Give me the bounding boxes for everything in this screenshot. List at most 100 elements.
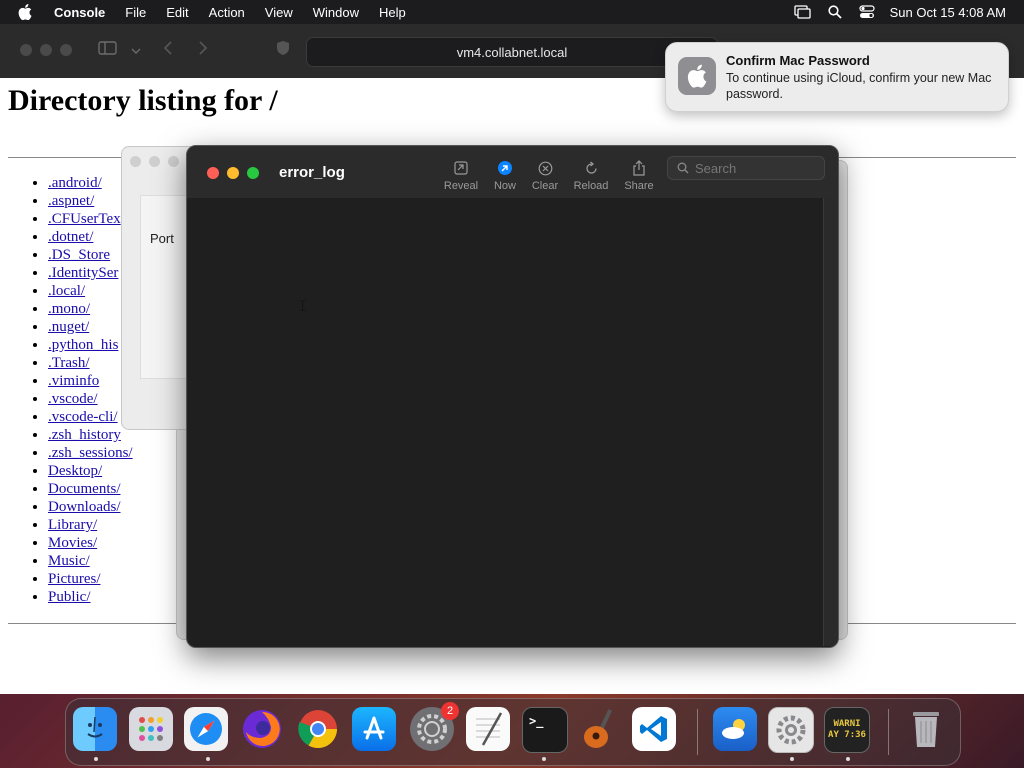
spotlight-search-icon[interactable] bbox=[826, 5, 844, 19]
directory-link[interactable]: .DS_Store bbox=[48, 247, 110, 263]
app-store-icon[interactable] bbox=[352, 707, 396, 751]
directory-link[interactable]: Downloads/ bbox=[48, 499, 121, 515]
share-icon bbox=[617, 158, 661, 178]
list-item: .vscode/ bbox=[48, 390, 133, 408]
terminal-icon[interactable]: >_ bbox=[522, 707, 568, 753]
clear-label: Clear bbox=[531, 180, 559, 192]
list-item: .zsh_sessions/ bbox=[48, 444, 133, 462]
address-bar[interactable]: vm4.collabnet.local bbox=[306, 37, 718, 67]
launchpad-icon[interactable] bbox=[129, 707, 173, 751]
vertical-scrollbar[interactable] bbox=[823, 198, 838, 646]
menu-file[interactable]: File bbox=[125, 5, 146, 20]
garageband-icon[interactable] bbox=[578, 707, 622, 751]
privacy-shield-icon[interactable] bbox=[276, 40, 290, 61]
directory-link[interactable]: .zsh_sessions/ bbox=[48, 445, 133, 461]
console-window: error_log Reveal Now Clear Reload Share … bbox=[186, 145, 839, 648]
directory-list: .android/ .aspnet/ .CFUserTex .dotnet/ .… bbox=[48, 174, 133, 606]
running-indicator bbox=[94, 757, 98, 761]
window-title: error_log bbox=[279, 164, 345, 181]
sidebar-toggle-icon[interactable] bbox=[98, 40, 118, 61]
directory-link[interactable]: .CFUserTex bbox=[48, 211, 121, 227]
list-item: Desktop/ bbox=[48, 462, 133, 480]
now-button[interactable]: Now bbox=[483, 158, 527, 192]
screen-mirroring-icon[interactable] bbox=[794, 5, 812, 19]
directory-link[interactable]: .vscode-cli/ bbox=[48, 409, 118, 425]
forward-icon[interactable] bbox=[198, 40, 208, 61]
safari-icon[interactable] bbox=[184, 707, 228, 751]
back-icon[interactable] bbox=[163, 40, 173, 61]
directory-link[interactable]: .viminfo bbox=[48, 373, 99, 389]
app-menu-console[interactable]: Console bbox=[54, 5, 105, 20]
list-item: .aspnet/ bbox=[48, 192, 133, 210]
clear-button[interactable]: Clear bbox=[523, 158, 567, 192]
trash-icon[interactable] bbox=[904, 707, 948, 751]
menu-edit[interactable]: Edit bbox=[166, 5, 188, 20]
notification-title: Confirm Mac Password bbox=[726, 53, 870, 68]
reveal-button[interactable]: Reveal bbox=[439, 158, 483, 192]
dock-separator bbox=[697, 709, 698, 755]
chrome-icon[interactable] bbox=[296, 707, 340, 751]
directory-link[interactable]: Library/ bbox=[48, 517, 97, 533]
directory-link[interactable]: .nuget/ bbox=[48, 319, 89, 335]
directory-link[interactable]: Desktop/ bbox=[48, 463, 102, 479]
icloud-password-notification[interactable]: Confirm Mac Password To continue using i… bbox=[665, 42, 1009, 112]
list-item: Music/ bbox=[48, 552, 133, 570]
now-icon bbox=[483, 158, 527, 178]
list-item: Pictures/ bbox=[48, 570, 133, 588]
directory-link[interactable]: .aspnet/ bbox=[48, 193, 94, 209]
console-app-icon[interactable]: WARNI AY 7:36 bbox=[824, 707, 870, 753]
firefox-icon[interactable] bbox=[240, 707, 284, 751]
bg-minimize-button[interactable] bbox=[149, 156, 160, 167]
clear-icon bbox=[523, 158, 567, 178]
list-item: Movies/ bbox=[48, 534, 133, 552]
menu-view[interactable]: View bbox=[265, 5, 293, 20]
directory-link[interactable]: .python_his bbox=[48, 337, 118, 353]
minimize-button[interactable] bbox=[227, 167, 239, 179]
page-title: Directory listing for / bbox=[8, 84, 278, 117]
bg-zoom-button[interactable] bbox=[168, 156, 179, 167]
close-button[interactable] bbox=[207, 167, 219, 179]
directory-link[interactable]: Public/ bbox=[48, 589, 91, 605]
textedit-icon[interactable] bbox=[466, 707, 510, 751]
safari-close-button[interactable] bbox=[20, 44, 32, 56]
list-item: .CFUserTex bbox=[48, 210, 133, 228]
running-indicator bbox=[790, 757, 794, 761]
directory-link[interactable]: .IdentitySer bbox=[48, 265, 118, 281]
menu-bar-clock[interactable]: Sun Oct 15 4:08 AM bbox=[890, 5, 1006, 20]
apple-menu-icon[interactable] bbox=[18, 4, 38, 20]
directory-link[interactable]: Documents/ bbox=[48, 481, 121, 497]
search-icon bbox=[677, 162, 689, 174]
zoom-button[interactable] bbox=[247, 167, 259, 179]
safari-minimize-button[interactable] bbox=[40, 44, 52, 56]
reveal-icon bbox=[439, 158, 483, 178]
vscode-icon[interactable] bbox=[632, 707, 676, 751]
finder-icon[interactable] bbox=[73, 707, 117, 751]
list-item: Downloads/ bbox=[48, 498, 133, 516]
chevron-down-icon[interactable] bbox=[131, 42, 141, 60]
weather-icon[interactable] bbox=[713, 707, 757, 751]
menu-window[interactable]: Window bbox=[313, 5, 359, 20]
share-button[interactable]: Share bbox=[617, 158, 661, 192]
directory-link[interactable]: .local/ bbox=[48, 283, 85, 299]
directory-link[interactable]: .dotnet/ bbox=[48, 229, 93, 245]
directory-link[interactable]: Music/ bbox=[48, 553, 90, 569]
directory-link[interactable]: Pictures/ bbox=[48, 571, 101, 587]
settings-gear-icon[interactable] bbox=[768, 707, 814, 753]
console-icon-line-1: WARNI bbox=[833, 719, 861, 729]
safari-zoom-button[interactable] bbox=[60, 44, 72, 56]
directory-link[interactable]: .mono/ bbox=[48, 301, 90, 317]
list-item: .zsh_history bbox=[48, 426, 133, 444]
notification-badge: 2 bbox=[441, 702, 459, 720]
menu-action[interactable]: Action bbox=[209, 5, 245, 20]
directory-link[interactable]: .Trash/ bbox=[48, 355, 90, 371]
directory-link[interactable]: .zsh_history bbox=[48, 427, 121, 443]
directory-link[interactable]: Movies/ bbox=[48, 535, 97, 551]
directory-link[interactable]: .android/ bbox=[48, 175, 102, 191]
bg-close-button[interactable] bbox=[130, 156, 141, 167]
control-center-icon[interactable] bbox=[858, 5, 876, 19]
directory-link[interactable]: .vscode/ bbox=[48, 391, 98, 407]
list-item: .android/ bbox=[48, 174, 133, 192]
search-field[interactable]: Search bbox=[667, 156, 825, 180]
menu-help[interactable]: Help bbox=[379, 5, 406, 20]
reload-button[interactable]: Reload bbox=[569, 158, 613, 192]
